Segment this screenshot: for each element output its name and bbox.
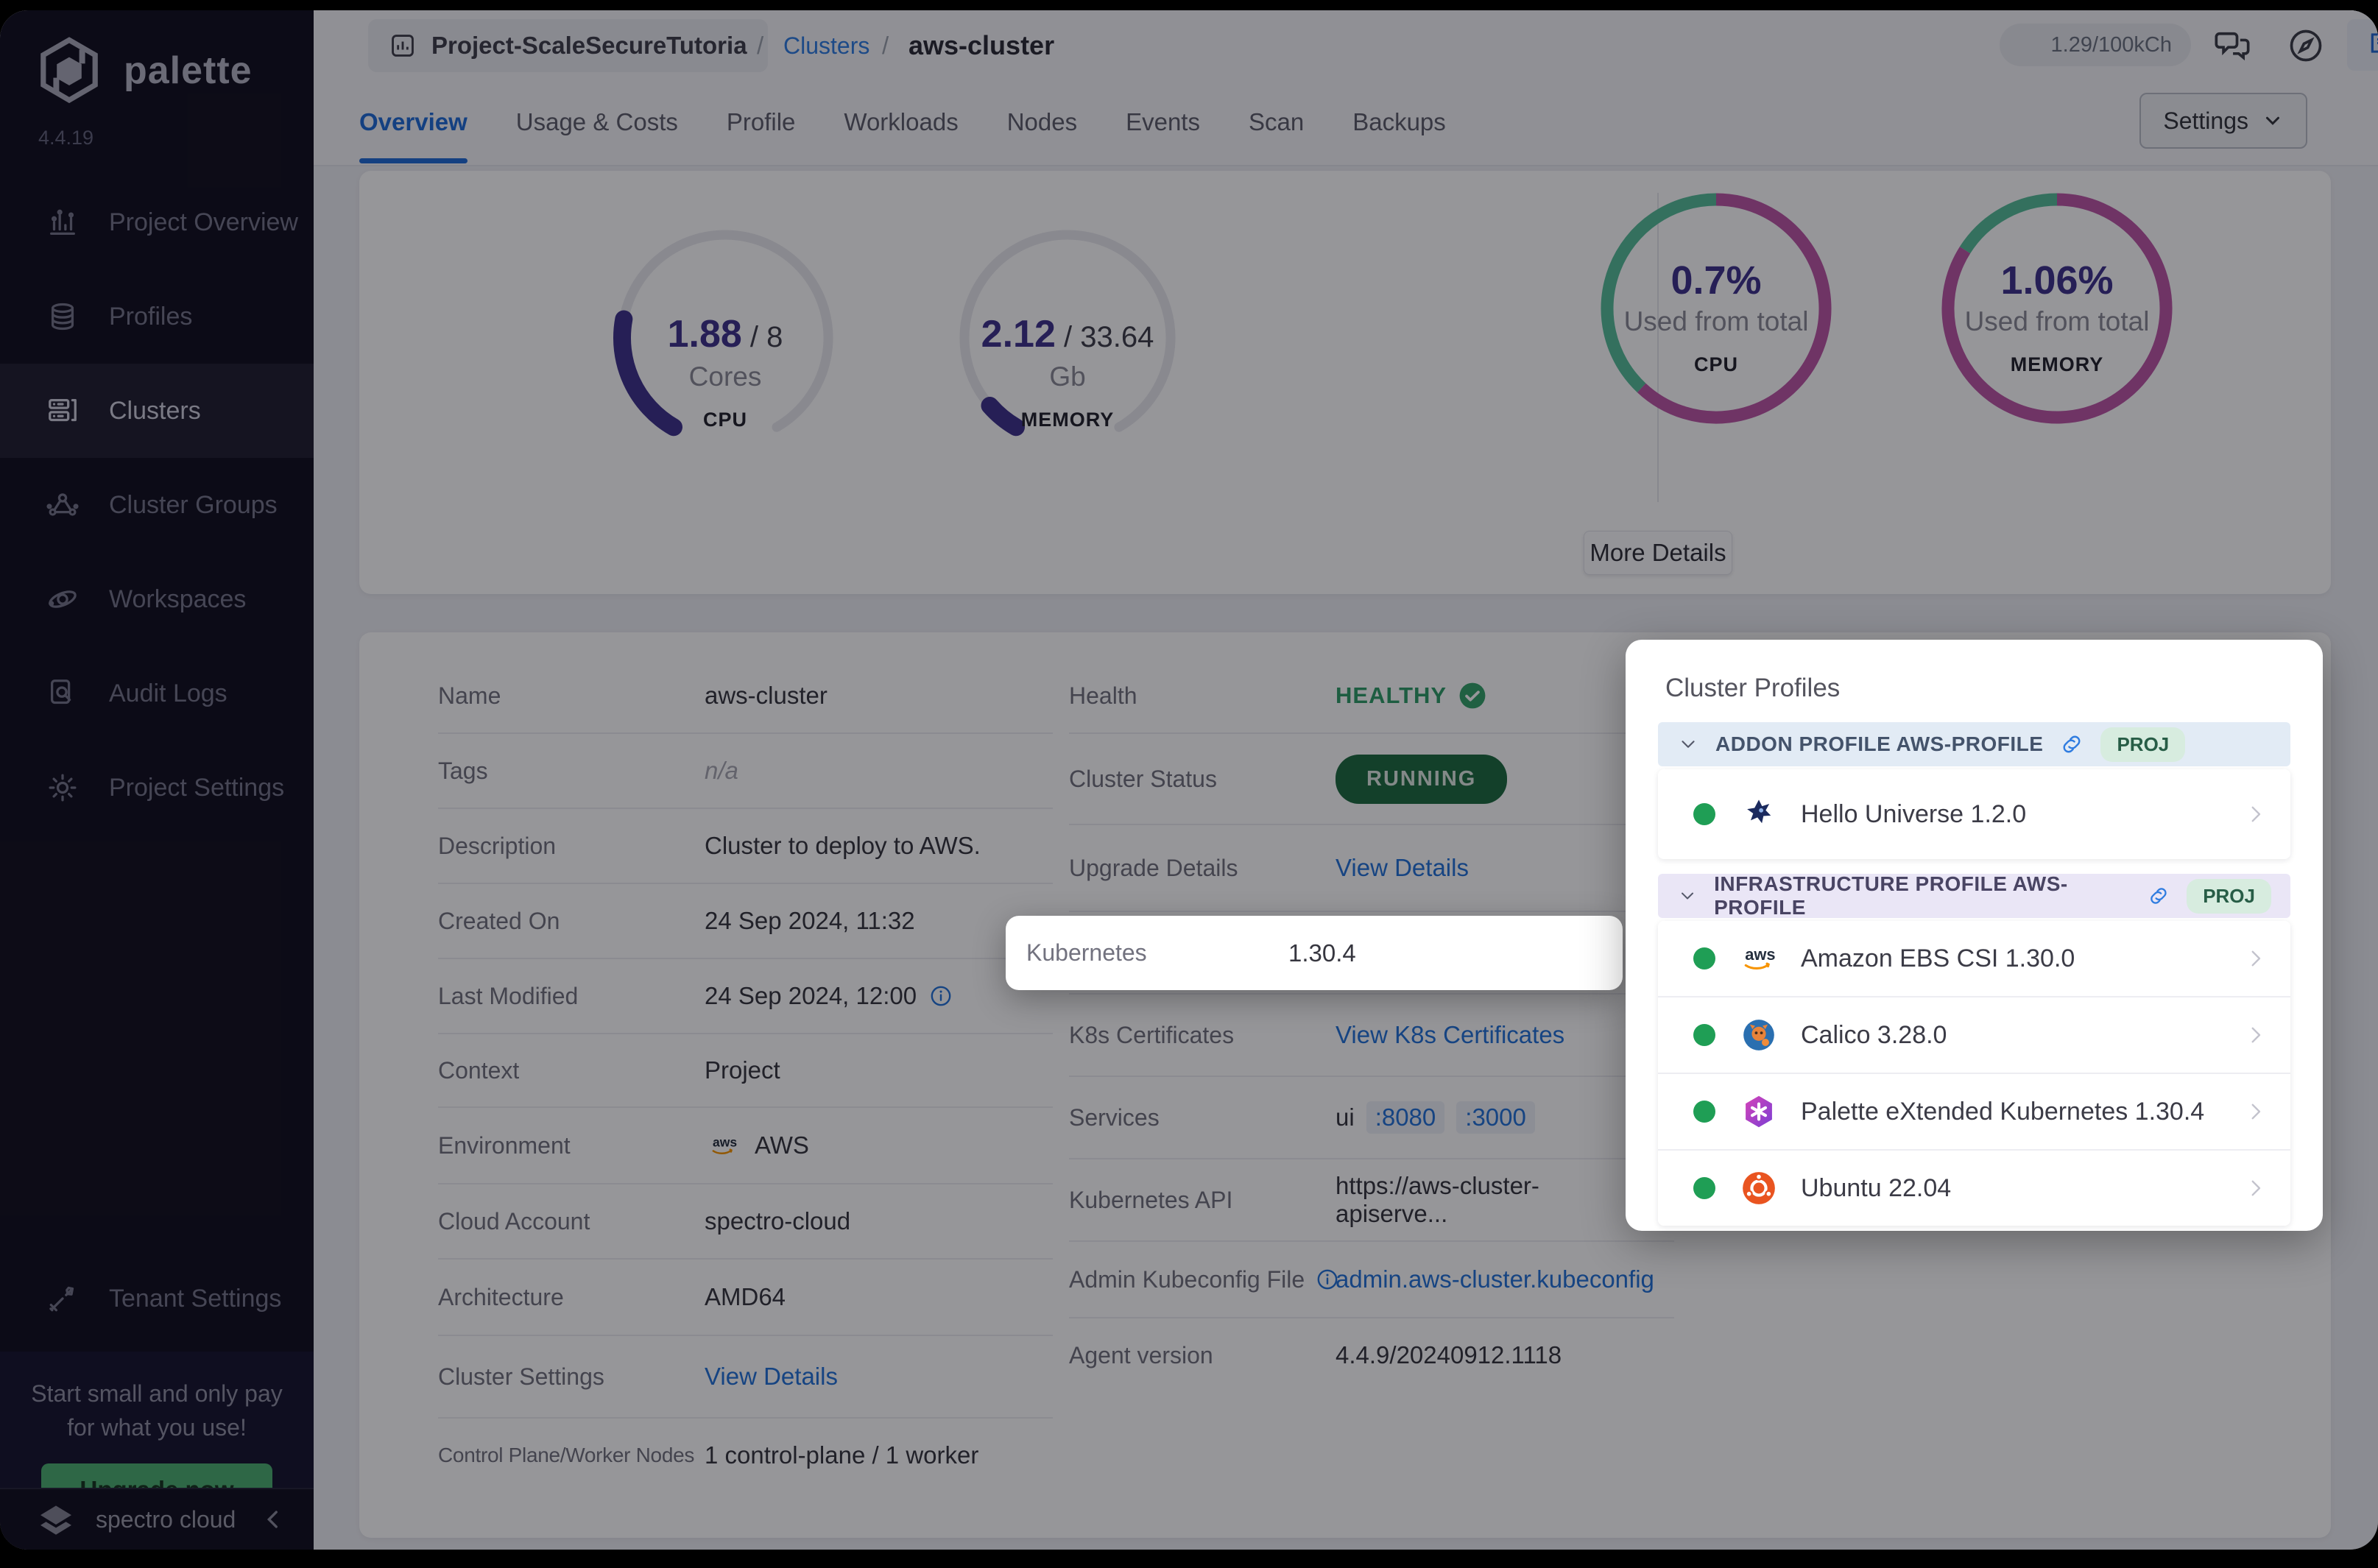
status-dot-icon (1693, 803, 1715, 825)
scope-badge: PROJ (2100, 727, 2186, 762)
link-icon[interactable] (2147, 883, 2170, 908)
profile-group-header-addon-profile-aws-profile[interactable]: ADDON PROFILE AWS-PROFILE PROJ (1658, 722, 2290, 766)
kubernetes-version-value: 1.30.4 (1288, 939, 1356, 967)
chevron-down-icon (1677, 885, 1698, 907)
profile-item-name: Hello Universe 1.2.0 (1801, 799, 2027, 828)
status-dot-icon (1693, 1101, 1715, 1123)
profile-item-name: Palette eXtended Kubernetes 1.30.4 (1801, 1097, 2205, 1126)
calico-icon (1740, 1017, 1777, 1053)
profile-group-rows: Hello Universe 1.2.0 (1658, 769, 2290, 859)
profile-group-header-infrastructure-profile-aws-profile[interactable]: INFRASTRUCTURE PROFILE AWS-PROFILE PROJ (1658, 872, 2290, 919)
chevron-right-icon (2243, 1099, 2268, 1124)
chevron-right-icon (2243, 1176, 2268, 1201)
profile-item-hello-universe-1-2-0[interactable]: Hello Universe 1.2.0 (1658, 769, 2290, 859)
ubuntu-icon (1740, 1170, 1777, 1207)
profile-group-title: ADDON PROFILE AWS-PROFILE (1715, 732, 2044, 755)
kubernetes-version-spotlight-row[interactable]: Kubernetes 1.30.4 (1006, 916, 1623, 990)
profile-group-rows: aws Amazon EBS CSI 1.30.0 Calico 3.28.0 … (1658, 921, 2290, 1226)
kubernetes-label: Kubernetes (1026, 939, 1147, 966)
profile-item-amazon-ebs-csi-1-30-0[interactable]: aws Amazon EBS CSI 1.30.0 (1658, 921, 2290, 997)
status-dot-icon (1693, 947, 1715, 970)
aws-icon: aws (1740, 940, 1777, 977)
svg-text:aws: aws (1745, 945, 1775, 964)
chevron-down-icon (1677, 733, 1699, 755)
status-dot-icon (1693, 1177, 1715, 1199)
scope-badge: PROJ (2187, 878, 2271, 914)
profile-item-calico-3-28-0[interactable]: Calico 3.28.0 (1658, 997, 2290, 1074)
profile-group-title: INFRASTRUCTURE PROFILE AWS-PROFILE (1714, 872, 2068, 919)
profile-item-palette-extended-kubernetes-1-30-4[interactable]: Palette eXtended Kubernetes 1.30.4 (1658, 1074, 2290, 1151)
pxk-icon (1740, 1093, 1777, 1130)
chevron-right-icon (2243, 802, 2268, 827)
hello-universe-icon (1740, 796, 1777, 833)
chevron-right-icon (2243, 946, 2268, 971)
cluster-profiles-title: Cluster Profiles (1665, 674, 1841, 702)
status-dot-icon (1693, 1024, 1715, 1046)
profile-item-ubuntu-22-04[interactable]: Ubuntu 22.04 (1658, 1151, 2290, 1226)
profile-item-name: Calico 3.28.0 (1801, 1020, 1947, 1049)
profile-item-name: Amazon EBS CSI 1.30.0 (1801, 944, 2075, 972)
profile-item-name: Ubuntu 22.04 (1801, 1173, 1952, 1202)
chevron-right-icon (2243, 1023, 2268, 1048)
app-window: palette 4.4.19 Project Overview Profiles… (0, 10, 2378, 1550)
cluster-profiles-groups: ADDON PROFILE AWS-PROFILE PROJ Hello Uni… (1658, 722, 2290, 1226)
cluster-profiles-panel: Cluster Profiles ADDON PROFILE AWS-PROFI… (1626, 640, 2323, 1231)
link-icon[interactable] (2059, 732, 2084, 757)
